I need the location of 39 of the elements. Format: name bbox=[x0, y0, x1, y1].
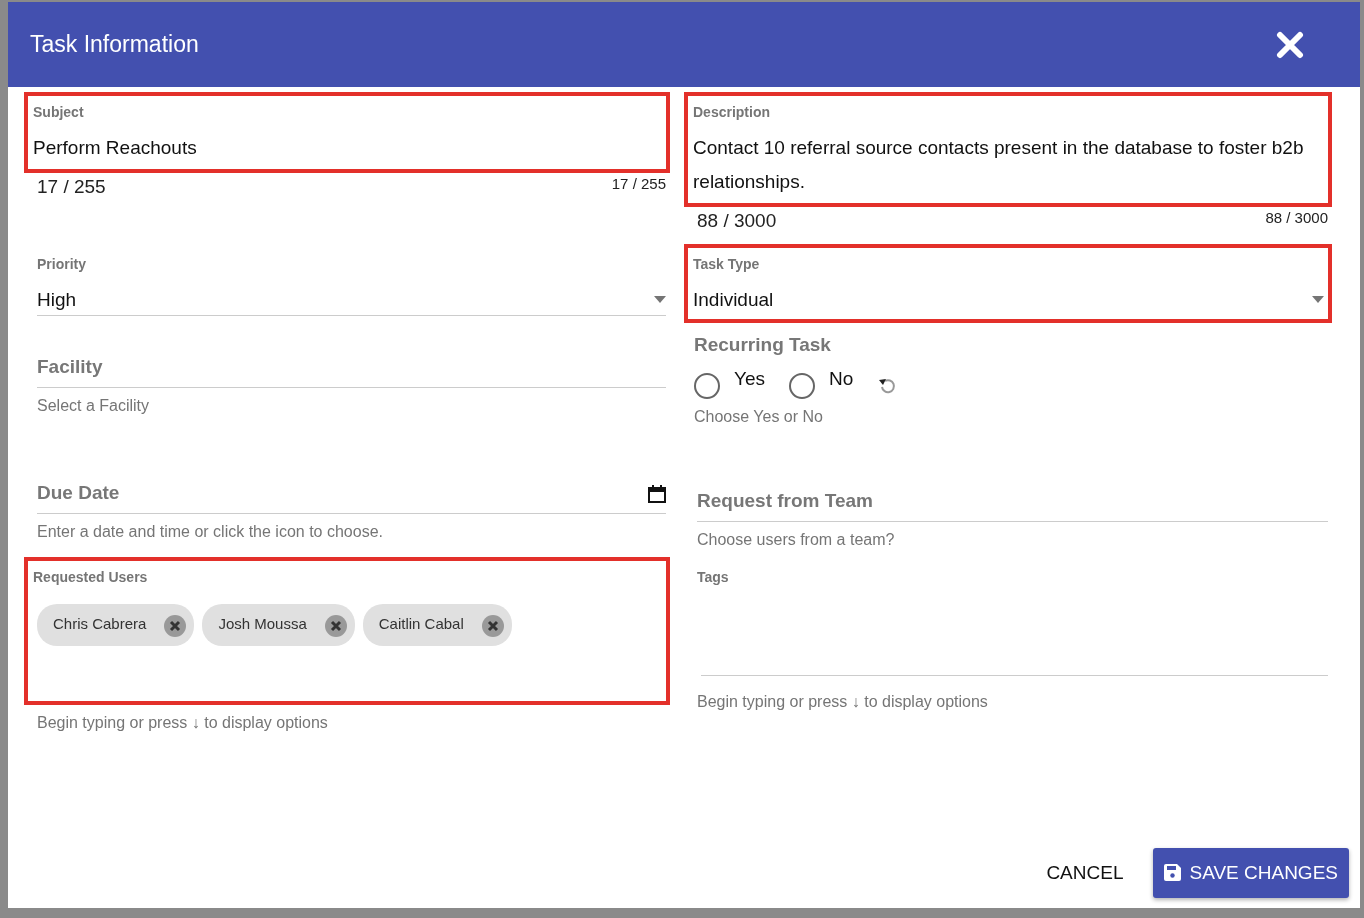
radio-option[interactable]: Yes bbox=[694, 365, 765, 399]
hint-text: Begin typing or press ↓ to display options bbox=[697, 691, 989, 712]
text-value[interactable]: Contact 10 referral source contacts present in the database to foster b2b relationships. bbox=[693, 131, 1324, 199]
dialog-title: Task Information bbox=[30, 30, 199, 60]
hint-text: Select a Facility bbox=[37, 396, 151, 416]
character-count: 88 / 3000 bbox=[1265, 208, 1328, 228]
caret-icon bbox=[654, 296, 666, 303]
cancel-button[interactable]: CANCEL bbox=[1036, 848, 1134, 897]
field-label: Task Type bbox=[693, 254, 761, 274]
character-count: 88 / 3000 bbox=[697, 209, 777, 233]
character-count: 17 / 255 bbox=[37, 175, 106, 199]
hint-text: Begin typing or press ↓ to display options bbox=[37, 712, 329, 733]
input-field[interactable]: Facility bbox=[37, 352, 666, 388]
close-icon[interactable] bbox=[1276, 30, 1304, 59]
hint-text: Choose users from a team? bbox=[697, 530, 896, 550]
user-chip[interactable]: Josh Moussa bbox=[202, 603, 355, 646]
select-field[interactable]: High bbox=[37, 288, 666, 316]
hint-text: Choose Yes or No bbox=[694, 407, 824, 427]
input-field[interactable]: Request from Team bbox=[697, 486, 1328, 522]
field-label: Requested Users bbox=[33, 567, 149, 587]
text-value[interactable]: Perform Reachouts bbox=[33, 131, 662, 165]
field-label: Priority bbox=[37, 254, 87, 274]
remove-icon[interactable] bbox=[324, 613, 347, 636]
remove-icon[interactable] bbox=[164, 613, 187, 636]
character-count: 17 / 255 bbox=[611, 174, 666, 194]
field-label: Subject bbox=[33, 103, 85, 122]
save-button[interactable]: SAVE CHANGES bbox=[1153, 847, 1349, 898]
field-label: Recurring Task bbox=[694, 332, 832, 357]
radio-option[interactable]: No bbox=[789, 365, 854, 399]
user-chip[interactable]: Caitlin Cabal bbox=[362, 603, 512, 646]
field-label: Tags bbox=[697, 567, 730, 587]
user-chip[interactable]: Chris Cabrera bbox=[37, 603, 195, 646]
hint-text: Enter a date and time or click the icon to choose. bbox=[37, 522, 384, 542]
select-field[interactable]: Individual bbox=[693, 288, 1324, 315]
field-label: Description bbox=[693, 103, 771, 122]
remove-icon[interactable] bbox=[481, 613, 504, 636]
save-icon bbox=[1164, 864, 1182, 882]
caret-icon bbox=[1312, 296, 1324, 303]
input-field[interactable]: Due Date bbox=[37, 478, 666, 514]
